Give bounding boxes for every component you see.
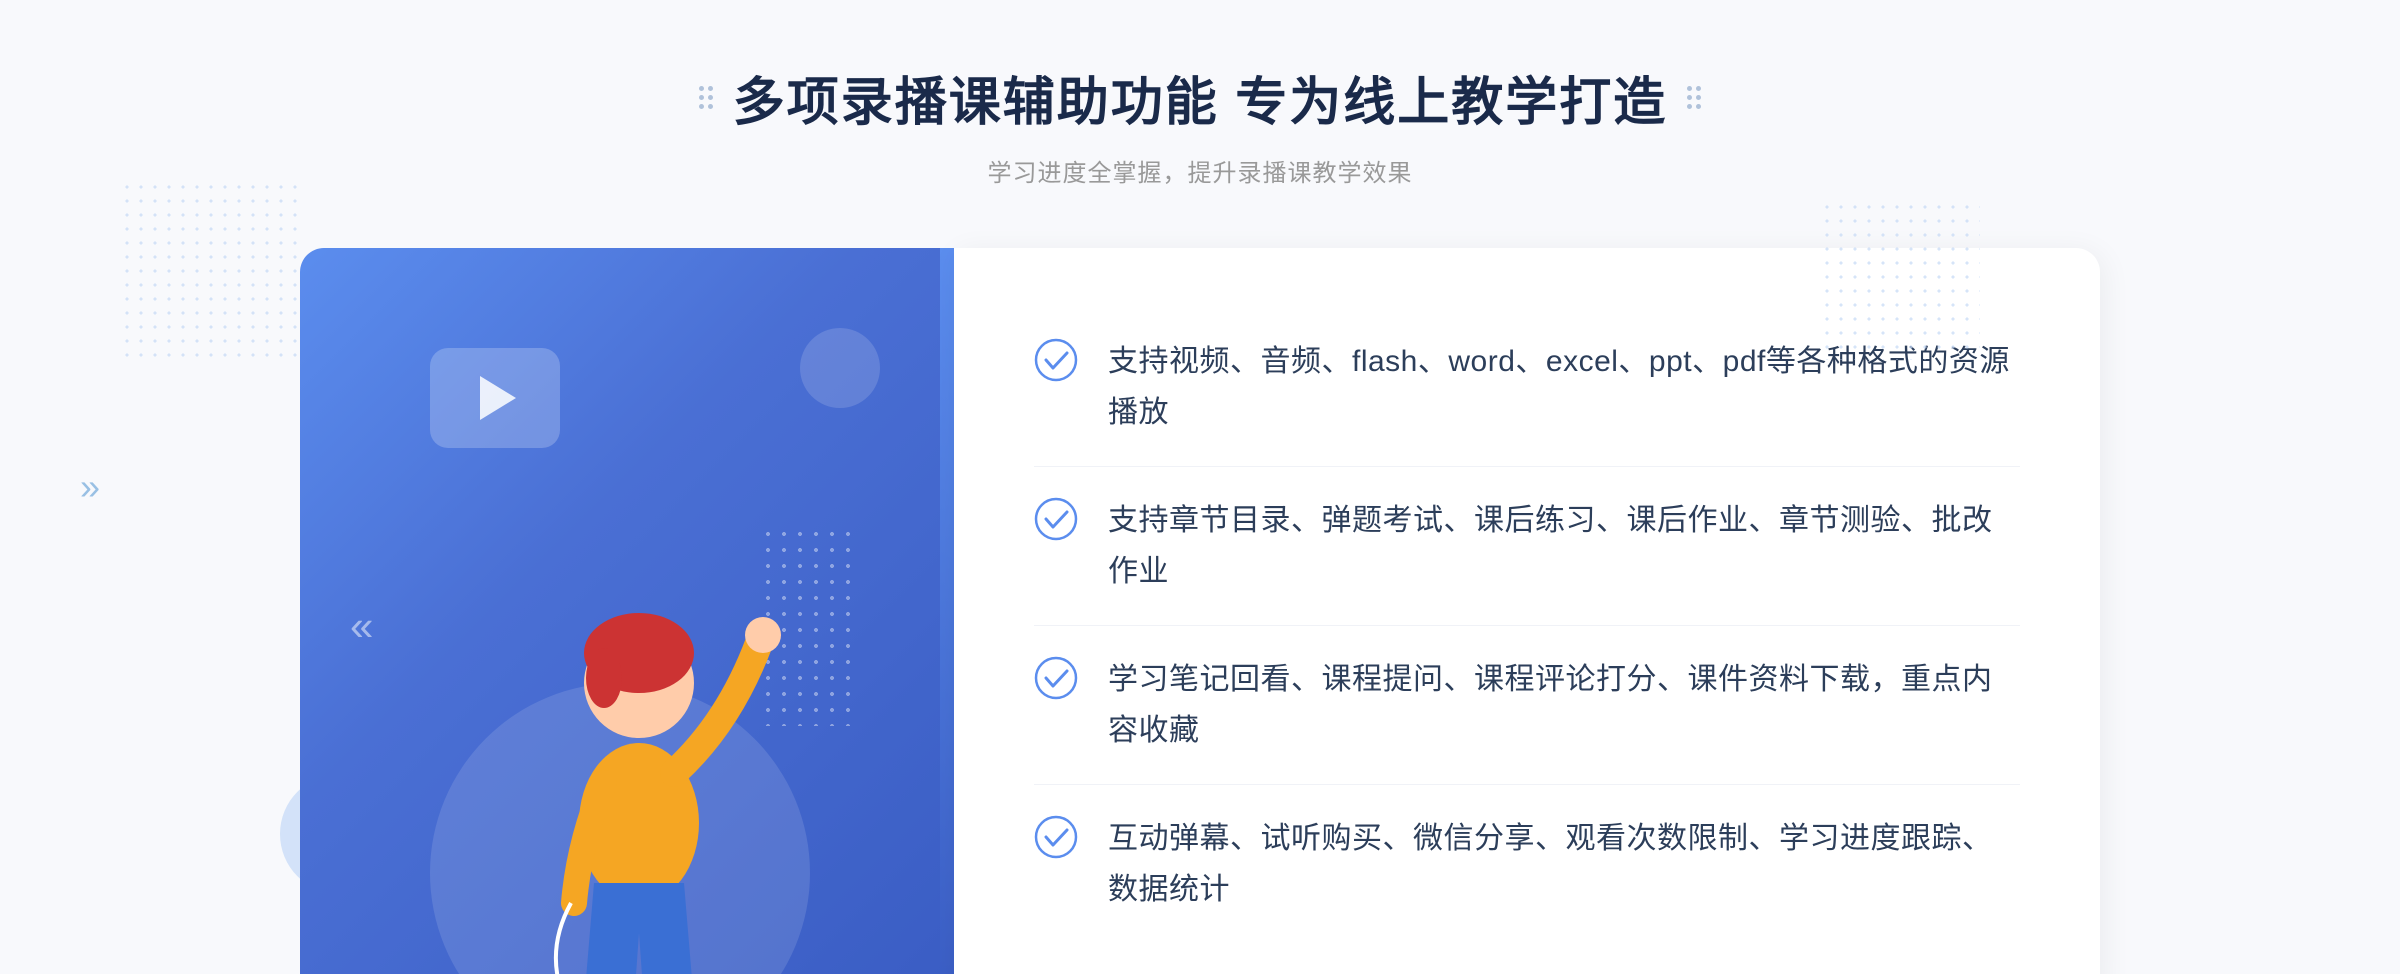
check-circle-icon-1 (1034, 338, 1078, 382)
illus-arrows: « (350, 602, 373, 650)
check-circle-icon-4 (1034, 815, 1078, 859)
page-subtitle: 学习进度全掌握，提升录播课教学效果 (699, 153, 1701, 188)
play-icon (480, 376, 516, 420)
page-title: 多项录播课辅助功能 专为线上教学打造 (733, 60, 1667, 135)
title-dots-left (699, 86, 713, 109)
person-illustration (449, 483, 829, 974)
blue-separator-bar (940, 248, 954, 974)
feature-text-4: 互动弹幕、试听购买、微信分享、观看次数限制、学习进度跟踪、数据统计 (1108, 813, 2020, 915)
feature-item-3: 学习笔记回看、课程提问、课程评论打分、课件资料下载，重点内容收藏 (1034, 626, 2020, 785)
title-row: 多项录播课辅助功能 专为线上教学打造 (699, 60, 1701, 135)
check-circle-icon-2 (1034, 497, 1078, 541)
feature-item-2: 支持章节目录、弹题考试、课后练习、课后作业、章节测验、批改作业 (1034, 467, 2020, 626)
check-circle-icon-3 (1034, 656, 1078, 700)
feature-text-3: 学习笔记回看、课程提问、课程评论打分、课件资料下载，重点内容收藏 (1108, 654, 2020, 756)
page-container: » 多项录播课辅助功能 专为线上教学打造 学习进度全掌握，提升录播课教学效果 (0, 0, 2400, 974)
arrow-decoration-left: » (80, 466, 100, 508)
feature-text-2: 支持章节目录、弹题考试、课后练习、课后作业、章节测验、批改作业 (1108, 495, 2020, 597)
dots-decoration-left (120, 180, 300, 360)
feature-item-4: 互动弹幕、试听购买、微信分享、观看次数限制、学习进度跟踪、数据统计 (1034, 785, 2020, 943)
dots-decoration-right (1820, 200, 1980, 360)
illus-circle-small (800, 328, 880, 408)
play-bubble (430, 348, 560, 448)
header-section: 多项录播课辅助功能 专为线上教学打造 学习进度全掌握，提升录播课教学效果 (699, 60, 1701, 188)
title-dots-right (1687, 86, 1701, 109)
illustration-card: « (300, 248, 940, 974)
